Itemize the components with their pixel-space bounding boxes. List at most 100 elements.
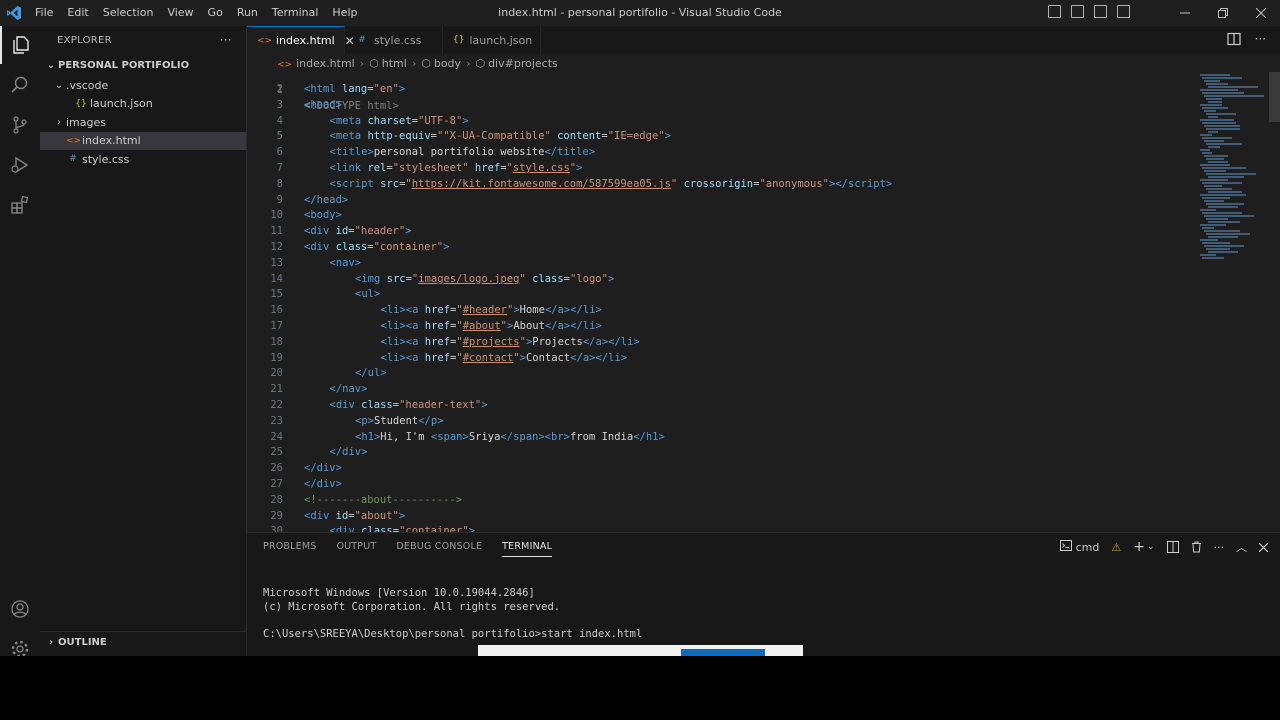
- line-number: 12: [270, 241, 283, 253]
- chevron-down-icon: ⌄: [46, 59, 56, 71]
- code-line: 30 <div class="container">: [247, 523, 1207, 532]
- more-actions-icon[interactable]: ···: [1214, 541, 1225, 554]
- minimap-line: [1208, 206, 1238, 208]
- code-text: <div class="container">: [304, 241, 450, 253]
- panel-tab-debug-console[interactable]: DEBUG CONSOLE: [396, 541, 482, 557]
- file-tree: ⌄ .vscode{} launch.json › images <> index.html…: [40, 76, 246, 169]
- explorer-icon[interactable]: [0, 26, 40, 64]
- breadcrumb-separator: ›: [359, 56, 365, 70]
- toggle-primary-sidebar-icon[interactable]: [1048, 5, 1061, 18]
- project-folder-header[interactable]: ⌄ PERSONAL PORTIFOLIO: [40, 54, 246, 76]
- trash-icon[interactable]: [1191, 541, 1202, 553]
- line-number: 10: [270, 209, 283, 222]
- settings-gear-icon[interactable]: [0, 630, 40, 656]
- tree-item-label: style.css: [82, 152, 130, 166]
- menu-terminal[interactable]: Terminal: [265, 0, 326, 26]
- code-line: 29 <div id="about">: [247, 508, 1207, 524]
- restore-button[interactable]: [1204, 0, 1242, 26]
- tab-launch-json[interactable]: {} launch.json: [443, 26, 541, 54]
- split-terminal-icon[interactable]: [1166, 541, 1179, 553]
- dialog-button[interactable]: [681, 649, 765, 656]
- menu-edit[interactable]: Edit: [60, 0, 95, 26]
- outline-section[interactable]: › OUTLINE: [40, 631, 247, 651]
- code-line: 9 </head>: [247, 192, 1207, 208]
- minimize-button[interactable]: [1166, 0, 1204, 26]
- run-debug-icon[interactable]: [0, 146, 40, 184]
- line-number: 21: [270, 383, 283, 396]
- tab-index-html[interactable]: <> index.html ✕: [247, 26, 355, 54]
- terminal-output[interactable]: Microsoft Windows [Version 10.0.19044.28…: [263, 587, 642, 641]
- close-window-button[interactable]: [1242, 0, 1280, 26]
- minimap-line: [1206, 143, 1242, 145]
- code-text: <li><a href="#projects">Projects</a></li…: [380, 335, 640, 348]
- tree-item-launch-json[interactable]: {} launch.json: [40, 95, 246, 114]
- menu-run[interactable]: Run: [230, 0, 265, 26]
- menu-view[interactable]: View: [160, 0, 200, 26]
- split-editor-icon[interactable]: [1226, 32, 1241, 46]
- editor-scrollbar[interactable]: [1269, 72, 1280, 122]
- breadcrumb-separator: ›: [466, 56, 471, 70]
- code-text: <div class="container">: [329, 525, 475, 532]
- outline-title: OUTLINE: [58, 636, 107, 648]
- menu-help[interactable]: Help: [325, 0, 364, 26]
- breadcrumb-item[interactable]: ⬡ body: [421, 57, 461, 70]
- terminal-shell-label[interactable]: cmd: [1076, 541, 1100, 554]
- code-text: <html lang="en">: [304, 83, 406, 95]
- html-file-icon: <>: [66, 135, 82, 146]
- code-editor[interactable]: 1 <!DOCTYPE html> 2 <html lang="en"> 3 <hea…: [247, 72, 1280, 532]
- code-line: 22 <div class="header-text">: [247, 397, 1207, 413]
- code-line: 15 <ul>: [247, 286, 1207, 302]
- search-icon[interactable]: [0, 66, 40, 104]
- chevron-up-icon[interactable]: ︿: [1236, 539, 1247, 555]
- minimap-line: [1202, 227, 1214, 229]
- toggle-secondary-sidebar-icon[interactable]: [1094, 5, 1107, 18]
- extensions-icon[interactable]: [0, 186, 40, 224]
- account-icon[interactable]: [0, 590, 40, 628]
- code-text: <li><a href="#contact">Contact</a></li>: [380, 351, 628, 364]
- code-text: <nav>: [329, 256, 362, 269]
- warning-icon[interactable]: ⚠: [1111, 541, 1121, 554]
- menu-file[interactable]: File: [28, 0, 60, 26]
- code-line: 3 <head>: [247, 97, 1207, 113]
- line-number: 4: [276, 114, 283, 127]
- new-terminal-button[interactable]: +: [1133, 539, 1145, 555]
- terminal-line: (c) Microsoft Corporation. All rights re…: [263, 600, 561, 613]
- minimap[interactable]: [1192, 72, 1267, 262]
- chevron-down-icon[interactable]: ⌄: [1147, 542, 1155, 552]
- minimap-line: [1200, 194, 1246, 196]
- source-control-icon[interactable]: [0, 106, 40, 144]
- breadcrumb-item[interactable]: ⬡ html: [369, 57, 407, 70]
- code-text: <div class="header-text">: [329, 399, 488, 411]
- more-actions-icon[interactable]: ···: [1255, 32, 1266, 46]
- line-number: 13: [270, 256, 283, 269]
- code-text: <div id="header">: [304, 225, 412, 238]
- tree-item-images[interactable]: › images: [40, 113, 246, 132]
- minimap-line: [1208, 86, 1258, 88]
- line-number: 16: [270, 304, 283, 317]
- line-number: 19: [270, 351, 283, 364]
- menu-selection[interactable]: Selection: [96, 0, 161, 26]
- line-number: 23: [270, 414, 283, 427]
- minimap-line: [1204, 170, 1226, 172]
- panel-tab-terminal[interactable]: TERMINAL: [502, 541, 553, 557]
- menu-go[interactable]: Go: [201, 0, 230, 26]
- tree-item-index-html[interactable]: <> index.html: [40, 131, 246, 150]
- close-icon[interactable]: [1259, 542, 1268, 552]
- customize-layout-icon[interactable]: [1117, 5, 1130, 18]
- tab-style-css[interactable]: # style.css: [345, 26, 443, 54]
- panel-tab-output[interactable]: OUTPUT: [336, 541, 376, 557]
- breadcrumb-item[interactable]: ⬡ div#projects: [475, 57, 557, 70]
- line-number: 14: [270, 272, 283, 285]
- line-number: 7: [276, 162, 283, 174]
- chevron-down-icon: ⌄: [54, 79, 64, 91]
- breadcrumb-item[interactable]: <> index.html: [277, 57, 355, 70]
- tab-label: style.css: [374, 33, 422, 47]
- explorer-more-actions-button[interactable]: ···: [220, 33, 232, 47]
- tree-item-vscode[interactable]: ⌄ .vscode: [40, 76, 246, 95]
- minimap-line: [1200, 119, 1234, 121]
- tree-item-style-css[interactable]: # style.css: [40, 150, 246, 169]
- code-text: <!-------about---------->: [304, 493, 463, 506]
- toggle-panel-icon[interactable]: [1071, 5, 1084, 18]
- code-line: 26 </div>: [247, 460, 1207, 476]
- panel-tab-problems[interactable]: PROBLEMS: [263, 541, 316, 557]
